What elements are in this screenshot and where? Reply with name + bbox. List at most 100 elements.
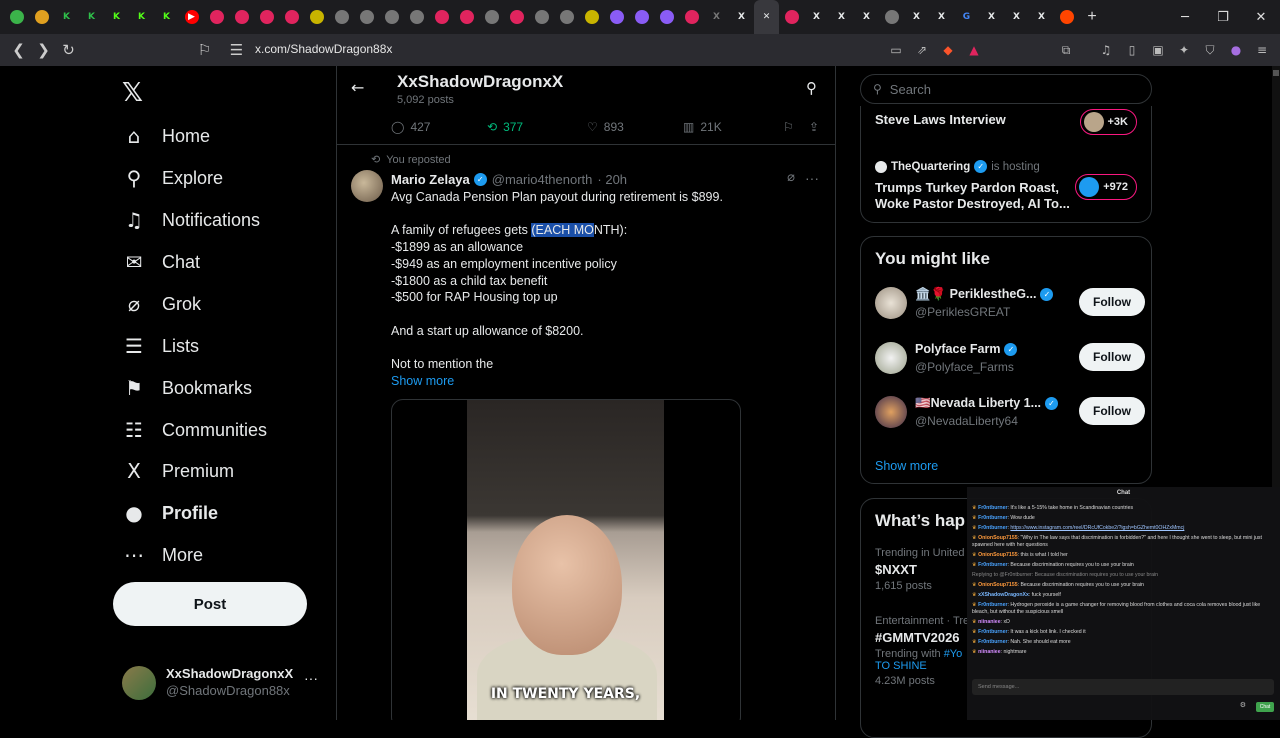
wallet-icon[interactable]: ▣ (1148, 40, 1168, 60)
chat-username[interactable]: Fr0ntburner (978, 562, 1007, 568)
browser-tab[interactable] (204, 0, 229, 34)
browser-tab[interactable] (329, 0, 354, 34)
browser-tab[interactable] (879, 0, 904, 34)
show-more-link[interactable]: Show more (875, 459, 938, 473)
chat-username[interactable]: Fr0ntburner (978, 515, 1007, 521)
like-button[interactable]: ♡ 893 (587, 120, 624, 134)
chat-username[interactable]: Fr0ntburner (978, 602, 1007, 608)
browser-tab[interactable]: ▶ (179, 0, 204, 34)
nav-item-more[interactable]: ⋯ More (122, 535, 203, 575)
browser-tab[interactable]: X (704, 0, 729, 34)
search-icon[interactable]: ⚲ (806, 79, 817, 97)
browser-tab[interactable] (29, 0, 54, 34)
browser-tab[interactable]: K (154, 0, 179, 34)
site-info-icon[interactable]: ☰ (224, 41, 249, 59)
x-logo-icon[interactable]: 𝕏 (122, 78, 143, 108)
browser-tab[interactable] (779, 0, 804, 34)
browser-tab[interactable] (354, 0, 379, 34)
share-button[interactable]: ⇪ (809, 120, 819, 134)
trend-hashtag[interactable]: TO SHINE (875, 660, 969, 672)
browser-tab[interactable] (604, 0, 629, 34)
space-title[interactable]: Steve Laws Interview (875, 112, 1006, 127)
brave-shield-icon[interactable]: ◆ (938, 40, 958, 60)
nav-item-profile[interactable]: ● Profile (122, 493, 218, 533)
chat-send-button[interactable]: Chat (1256, 702, 1274, 712)
brave-rewards-icon[interactable]: ▲ (964, 40, 984, 60)
grok-icon[interactable]: ⌀ (787, 170, 795, 185)
nav-item-communities[interactable]: ☷ Communities (122, 410, 267, 450)
trend-item[interactable]: Trending in United $NXXT 1,615 posts (875, 547, 964, 592)
trend-item[interactable]: Entertainment · Tre #GMMTV2026 Trending … (875, 615, 969, 687)
browser-tab[interactable]: X (904, 0, 929, 34)
nav-item-home[interactable]: ⌂ Home (122, 116, 210, 156)
extension-icon[interactable]: ● (1226, 40, 1246, 60)
nav-item-chat[interactable]: ✉ Chat (122, 242, 200, 282)
close-window-icon[interactable]: ✕ (1242, 10, 1280, 25)
tweet-author[interactable]: Mario Zelaya ✓ @mario4thenorth · 20h (391, 172, 627, 187)
nav-item-explore[interactable]: ⚲ Explore (122, 158, 223, 198)
media-icon[interactable]: ♫ (1096, 40, 1116, 60)
browser-tab[interactable]: K (79, 0, 104, 34)
space-listeners-pill[interactable]: +3K (1079, 109, 1137, 135)
space-listeners-pill[interactable]: +972 (1075, 174, 1137, 200)
gear-icon[interactable]: ⚙ (1240, 701, 1246, 709)
tweet-video[interactable]: IN TWENTY YEARS, (391, 399, 741, 720)
new-tab-button[interactable]: + (1079, 8, 1105, 26)
browser-tab[interactable] (454, 0, 479, 34)
cast-icon[interactable]: ▭ (886, 40, 906, 60)
space-title[interactable]: Trumps Turkey Pardon Roast, Woke Pastor … (875, 180, 1070, 212)
menu-icon[interactable]: ≡ (1252, 40, 1272, 60)
browser-tab[interactable] (679, 0, 704, 34)
follow-button[interactable]: Follow (1079, 343, 1145, 371)
browser-tab[interactable] (654, 0, 679, 34)
back-icon[interactable]: ❮ (6, 41, 31, 59)
browser-tab[interactable]: X (929, 0, 954, 34)
back-arrow-icon[interactable]: ← (351, 78, 364, 97)
browser-tab[interactable]: ✕ (754, 0, 779, 34)
trend-hashtag[interactable]: #Yo (944, 648, 963, 660)
post-button[interactable]: Post (113, 582, 307, 626)
browser-tab[interactable] (304, 0, 329, 34)
chat-username[interactable]: Fr0ntburner (978, 505, 1007, 511)
scroll-up-icon[interactable] (1273, 70, 1279, 76)
reply-button[interactable]: ◯ 427 (391, 120, 430, 134)
minimize-icon[interactable]: ─ (1166, 10, 1204, 25)
browser-tab[interactable] (554, 0, 579, 34)
browser-tab[interactable] (579, 0, 604, 34)
nav-item-notifications[interactable]: ♫ Notifications (122, 200, 260, 240)
leo-icon[interactable]: ✦ (1174, 40, 1194, 60)
chat-username[interactable]: xXShadowDragonXx (978, 592, 1029, 598)
account-switcher[interactable]: XxShadowDragonxX @ShadowDragon88x ··· (122, 664, 322, 704)
follow-button[interactable]: Follow (1079, 397, 1145, 425)
browser-tab[interactable]: X (979, 0, 1004, 34)
suggestion-item[interactable]: Polyface Farm ✓ @Polyface_Farms Follow (875, 340, 1145, 380)
reload-icon[interactable]: ↻ (56, 41, 81, 59)
chat-username[interactable]: Fr0ntburner (978, 629, 1007, 635)
browser-tab[interactable] (4, 0, 29, 34)
host-name[interactable]: TheQuartering (891, 161, 970, 173)
chat-username[interactable]: OnionSoup7155 (978, 552, 1018, 558)
search-input[interactable]: ⚲ Search (860, 74, 1152, 104)
chat-username[interactable]: Fr0ntburner (978, 639, 1007, 645)
chat-username[interactable]: niinaniee (978, 619, 1001, 625)
views-button[interactable]: ▥ 21K (683, 120, 722, 134)
browser-tab[interactable]: X (829, 0, 854, 34)
follow-button[interactable]: Follow (1079, 288, 1145, 316)
more-icon[interactable]: ··· (304, 670, 318, 686)
browser-tab[interactable]: X (1029, 0, 1054, 34)
screenshot-icon[interactable]: ⧉ (1056, 40, 1076, 60)
share-icon[interactable]: ⇗ (912, 40, 932, 60)
bookmark-button[interactable]: ⚐ (783, 120, 794, 134)
nav-item-premium[interactable]: X Premium (122, 451, 234, 491)
chat-input[interactable]: Send message... (972, 679, 1274, 695)
tweet-more-icon[interactable]: ··· (805, 170, 819, 186)
browser-tab[interactable]: X (729, 0, 754, 34)
show-more-link[interactable]: Show more (391, 373, 811, 390)
browser-tab[interactable]: X (804, 0, 829, 34)
address-bar[interactable]: x.com/ShadowDragon88x (255, 42, 392, 56)
browser-tab[interactable] (429, 0, 454, 34)
chat-username[interactable]: Fr0ntburner (978, 525, 1007, 531)
chat-link[interactable]: https://www.instagram.com/reel/DRcUfCokb… (1010, 525, 1184, 531)
browser-tab[interactable] (479, 0, 504, 34)
vpn-icon[interactable]: ⛉ (1200, 40, 1220, 60)
